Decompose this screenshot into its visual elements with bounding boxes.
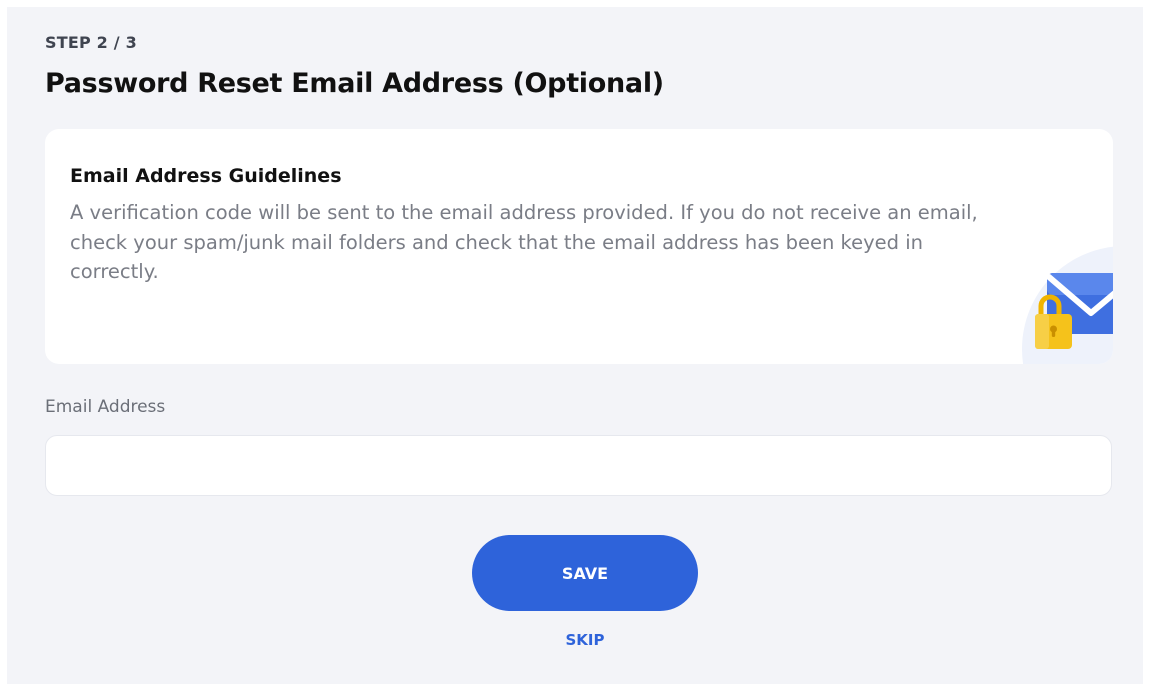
guidelines-title: Email Address Guidelines [70,165,342,187]
guidelines-card: Email Address Guidelines A verification … [45,129,1113,364]
page-title: Password Reset Email Address (Optional) [45,68,664,99]
skip-link[interactable]: SKIP [535,631,635,649]
guidelines-text: A verification code will be sent to the … [70,201,978,283]
save-button[interactable]: SAVE [472,535,698,611]
step-panel: STEP 2 / 3 Password Reset Email Address … [7,7,1143,684]
step-indicator: STEP 2 / 3 [45,33,137,52]
envelope-with-padlock-icon [1022,246,1113,364]
email-field[interactable] [45,435,1112,496]
email-label: Email Address [45,397,166,417]
